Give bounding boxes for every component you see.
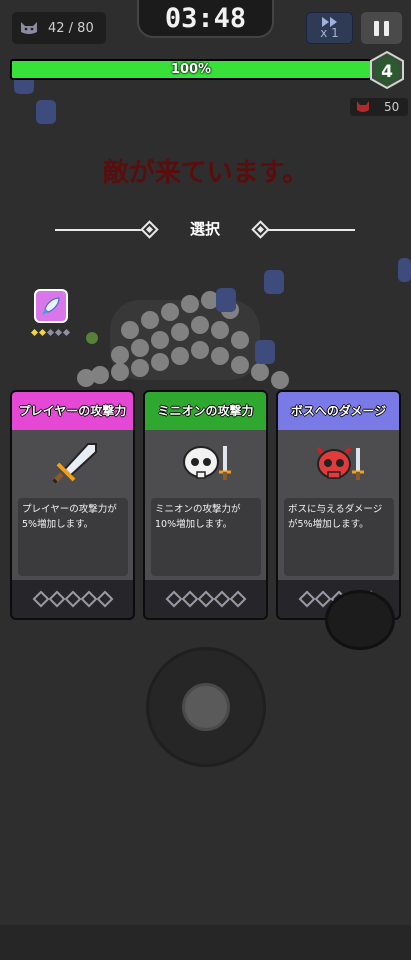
health-percent: 100% <box>170 62 212 77</box>
game-timer: 03:48 <box>137 0 274 38</box>
diamond-ornament-left <box>140 220 159 239</box>
pause-button[interactable] <box>361 12 402 44</box>
card-description: ミニオンの攻撃力が10%増加します。 <box>151 498 261 576</box>
sword-icon <box>52 443 97 484</box>
skill-button-shadow <box>325 590 395 650</box>
star-slot <box>181 590 198 608</box>
star-slot <box>48 590 65 608</box>
star-slot <box>64 590 81 608</box>
upgrade-card-boss-damage[interactable]: ボスへのダメージ ボスに与えるダメージが5%増加します。 <box>276 390 401 620</box>
demon-skull-sword-icon <box>316 446 364 480</box>
skill-level-dots <box>30 328 71 337</box>
star-slot <box>96 590 113 608</box>
pause-icon <box>374 20 379 36</box>
star-slot <box>80 590 97 608</box>
divider-right <box>267 229 355 231</box>
upgrade-card-minion-attack[interactable]: ミニオンの攻撃力 ミニオンの攻撃力が10%増加します。 <box>143 390 268 620</box>
speed-button[interactable]: x 1 <box>306 12 353 44</box>
speed-label: x 1 <box>320 26 339 40</box>
cat-face-icon <box>21 22 37 34</box>
star-slot <box>197 590 214 608</box>
star-slot <box>229 590 246 608</box>
card-stars <box>12 580 133 618</box>
select-header: 選択 <box>55 218 355 242</box>
card-description: ボスに与えるダメージが5%増加します。 <box>284 498 394 576</box>
card-title: ミニオンの攻撃力 <box>145 392 266 430</box>
boss-counter: 50 <box>350 98 408 116</box>
joystick-knob[interactable] <box>182 683 230 731</box>
skill-level-dot <box>62 328 71 337</box>
kill-counter: 42 / 80 <box>12 12 106 44</box>
star-slot <box>298 590 315 608</box>
star-slot <box>32 590 49 608</box>
skill-level-dot <box>38 328 47 337</box>
skill-level-dot <box>54 328 63 337</box>
card-description: プレイヤーの攻撃力が5%増加します。 <box>18 498 128 576</box>
top-hud: 42 / 80 03:48 x 1 <box>0 0 411 50</box>
rocket-icon <box>42 297 60 315</box>
level-number: 4 <box>381 62 393 82</box>
card-title: ボスへのダメージ <box>278 392 399 430</box>
star-slot <box>165 590 182 608</box>
level-badge: 4 <box>370 51 404 89</box>
upgrade-card-player-attack[interactable]: プレイヤーの攻撃力 プレイヤーの攻撃力が5%増加します。 <box>10 390 135 620</box>
kill-count-text: 42 / 80 <box>48 20 94 36</box>
devil-face-icon <box>357 101 369 112</box>
boss-count-text: 50 <box>384 100 400 114</box>
owned-skill-slot <box>34 289 68 323</box>
card-title: プレイヤーの攻撃力 <box>12 392 133 430</box>
select-label: 選択 <box>189 220 220 238</box>
game-screen: 42 / 80 03:48 x 1 100% 4 50 敵が来ています。 選択 … <box>0 0 411 960</box>
skill-level-dot <box>30 328 39 337</box>
bottom-bar <box>0 925 411 960</box>
divider-left <box>55 229 143 231</box>
card-stars <box>145 580 266 618</box>
enemy-warning-text: 敵が来ています。 <box>102 158 309 188</box>
skill-level-dot <box>46 328 55 337</box>
star-slot <box>213 590 230 608</box>
health-bar: 100% <box>10 59 372 80</box>
skull-sword-icon <box>183 446 231 480</box>
